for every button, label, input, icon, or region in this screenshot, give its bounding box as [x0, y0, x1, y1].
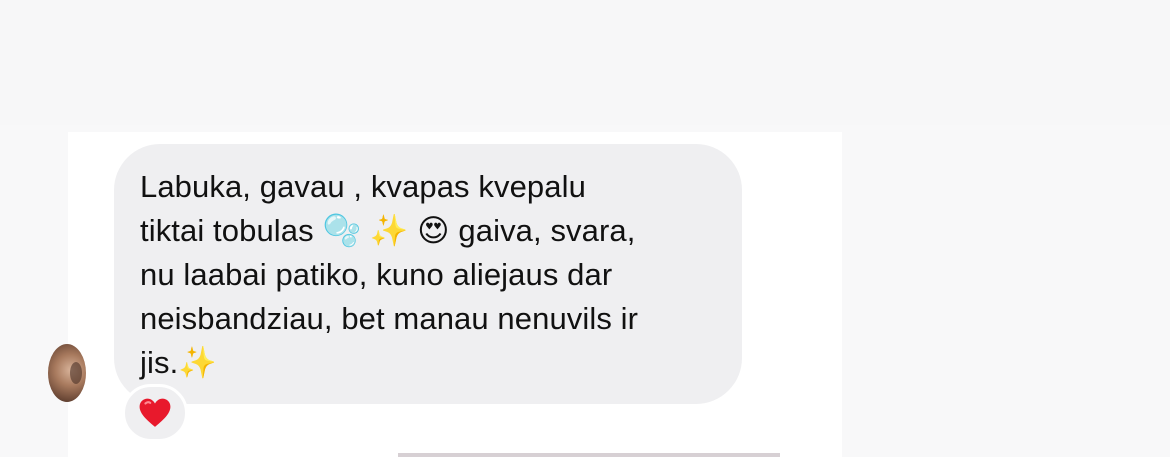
avatar-photo-detail: [70, 362, 82, 384]
heart-icon: [139, 398, 171, 427]
composer-edge: [398, 453, 780, 457]
heart-eyes-emoji: 😍: [417, 213, 450, 249]
message-line-5-start: jis.: [140, 345, 179, 380]
message-line-2-end: gaiva, svara,: [449, 213, 636, 248]
message-line-3: nu laabai patiko, kuno aliejaus dar: [140, 257, 613, 292]
bubbles-emoji: 🫧: [322, 213, 362, 249]
message-text: Labuka, gavau , kvapas kvepalu tiktai to…: [140, 165, 730, 385]
sparkles-emoji: ✨: [369, 213, 409, 249]
sender-avatar[interactable]: [48, 344, 86, 402]
side-area: [842, 125, 1170, 457]
header-area: [0, 0, 1170, 125]
sparkles-emoji-end: ✨: [178, 345, 217, 381]
heart-reaction[interactable]: [122, 384, 188, 442]
message-line-4: neisbandziau, bet manau nenuvils ir: [140, 301, 639, 336]
message-line-1: Labuka, gavau , kvapas kvepalu: [140, 169, 586, 204]
message-line-2-start: tiktai tobulas: [140, 213, 323, 248]
